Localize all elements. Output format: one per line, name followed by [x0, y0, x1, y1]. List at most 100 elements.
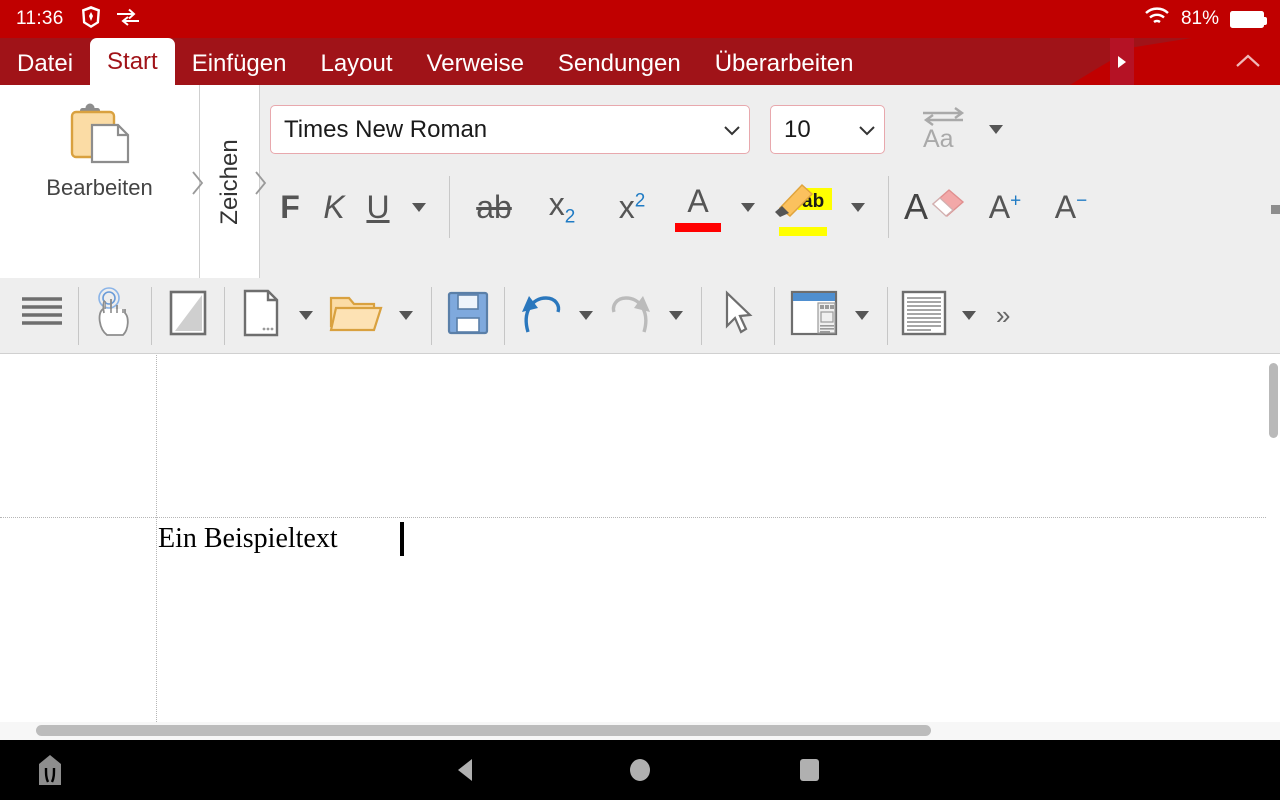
strikethrough-icon: ab [476, 188, 512, 225]
print-layout-dropdown-button[interactable] [952, 281, 986, 351]
redo-button[interactable] [603, 281, 659, 351]
caret-down-icon [962, 311, 976, 320]
tab-datei[interactable]: Datei [0, 43, 90, 85]
save-button[interactable] [440, 281, 496, 351]
menu-lines-button[interactable] [14, 281, 70, 351]
grow-font-button[interactable]: A+ [972, 172, 1038, 242]
caret-down-icon [399, 311, 413, 320]
undo-icon [518, 290, 564, 341]
tab-verweise[interactable]: Verweise [410, 43, 541, 85]
strikethrough-button[interactable]: ab [461, 172, 527, 242]
text-highlight-icon: ab [772, 179, 834, 224]
caret-down-icon [299, 311, 313, 320]
chevron-left-icon[interactable] [191, 169, 205, 197]
ribbon-body: Bearbeiten Zeichen Times New Roman 10 Aa… [0, 85, 1280, 278]
toolbar-overflow-button[interactable]: » [996, 300, 1010, 331]
clipboard-group[interactable]: Bearbeiten [0, 85, 200, 278]
italic-button[interactable]: K [312, 172, 356, 242]
layout-view-button[interactable] [783, 281, 845, 351]
ribbon-tab-bar: Datei Start Einfügen Layout Verweise Sen… [0, 38, 1280, 85]
tab-einfuegen[interactable]: Einfügen [175, 43, 304, 85]
data-transfer-icon [116, 8, 140, 31]
open-folder-dropdown-button[interactable] [389, 281, 423, 351]
touch-mode-button[interactable] [87, 281, 143, 351]
ribbon-collapse-button[interactable] [1234, 50, 1262, 72]
brave-shield-icon [80, 5, 102, 34]
italic-icon: K [323, 188, 345, 225]
vertical-scrollbar-thumb[interactable] [1269, 363, 1278, 438]
font-color-button[interactable]: A [667, 172, 729, 242]
zeichen-group-tab[interactable]: Zeichen [192, 85, 267, 278]
menu-lines-icon [19, 293, 65, 338]
save-icon [446, 290, 490, 341]
home-circle-icon[interactable] [630, 759, 650, 781]
caret-down-icon [579, 311, 593, 320]
wifi-icon [1144, 6, 1170, 32]
shrink-font-button[interactable]: A− [1038, 172, 1104, 242]
font-size-combobox[interactable]: 10 [770, 105, 885, 154]
open-folder-icon [328, 290, 384, 341]
new-document-button[interactable] [233, 281, 289, 351]
tab-sendungen[interactable]: Sendungen [541, 43, 698, 85]
divider [449, 176, 450, 238]
font-controls-row: Times New Roman 10 Aa [270, 104, 1003, 155]
font-color-icon: A [687, 182, 709, 219]
undo-button[interactable] [513, 281, 569, 351]
zeichen-group-label: Zeichen [215, 138, 243, 225]
caret-down-icon[interactable] [989, 125, 1003, 134]
app-root: 11:36 81% Datei Start Einfügen Layout Ve… [0, 0, 1280, 800]
back-triangle-icon[interactable] [458, 759, 472, 781]
caret-down-icon [741, 202, 755, 212]
redo-dropdown-button[interactable] [659, 281, 693, 351]
subscript-icon: x2 [548, 185, 576, 228]
text-cursor [400, 522, 404, 556]
font-color-dropdown-button[interactable] [729, 172, 767, 242]
highlight-dropdown-button[interactable] [839, 172, 877, 242]
print-layout-button[interactable] [896, 281, 952, 351]
status-right-icons: 81% [1144, 6, 1267, 32]
tab-ueberarbeiten[interactable]: Überarbeiten [698, 43, 871, 85]
home-icon[interactable] [36, 754, 64, 786]
clear-formatting-button[interactable]: A [900, 172, 972, 242]
new-document-dropdown-button[interactable] [289, 281, 323, 351]
change-case-button[interactable]: Aa [917, 104, 1003, 155]
tab-scroll-right-button[interactable] [1110, 38, 1134, 85]
underline-dropdown-button[interactable] [400, 172, 438, 242]
document-page[interactable]: Ein Beispieltext [0, 355, 1266, 732]
open-folder-button[interactable] [323, 281, 389, 351]
highlight-button[interactable]: ab [767, 172, 839, 242]
chevron-down-icon[interactable] [715, 123, 749, 137]
horizontal-scrollbar-thumb[interactable] [36, 725, 931, 736]
redo-icon [608, 290, 654, 341]
underline-button[interactable]: U [356, 172, 400, 242]
document-text[interactable]: Ein Beispieltext [158, 523, 338, 555]
quick-access-toolbar: » [0, 278, 1280, 354]
document-canvas[interactable]: Ein Beispieltext [0, 355, 1280, 732]
font-name-combobox[interactable]: Times New Roman [270, 105, 750, 154]
undo-dropdown-button[interactable] [569, 281, 603, 351]
subscript-button[interactable]: x2 [527, 172, 597, 242]
bold-button[interactable]: F [268, 172, 312, 242]
font-color-swatch [675, 222, 721, 232]
caret-down-icon [669, 311, 683, 320]
touch-mode-icon [91, 287, 139, 344]
superscript-button[interactable]: x2 [597, 172, 667, 242]
print-layout-icon [901, 290, 947, 341]
divider [887, 286, 888, 345]
page-contrast-button[interactable] [160, 281, 216, 351]
select-cursor-icon [721, 290, 755, 341]
select-cursor-button[interactable] [710, 281, 766, 351]
tab-layout[interactable]: Layout [303, 43, 409, 85]
layout-view-dropdown-button[interactable] [845, 281, 879, 351]
divider [151, 286, 152, 345]
highlight-color-swatch [779, 226, 827, 236]
ribbon-overflow-indicator[interactable] [1271, 205, 1280, 214]
margin-guide-horizontal [0, 517, 1266, 518]
tab-start[interactable]: Start [90, 38, 175, 85]
status-clock: 11:36 [16, 8, 64, 29]
chevron-down-icon[interactable] [850, 123, 884, 137]
recents-square-icon[interactable] [800, 759, 819, 781]
divider [224, 286, 225, 345]
caret-down-icon [412, 202, 426, 212]
grow-font-icon: A+ [988, 188, 1022, 225]
